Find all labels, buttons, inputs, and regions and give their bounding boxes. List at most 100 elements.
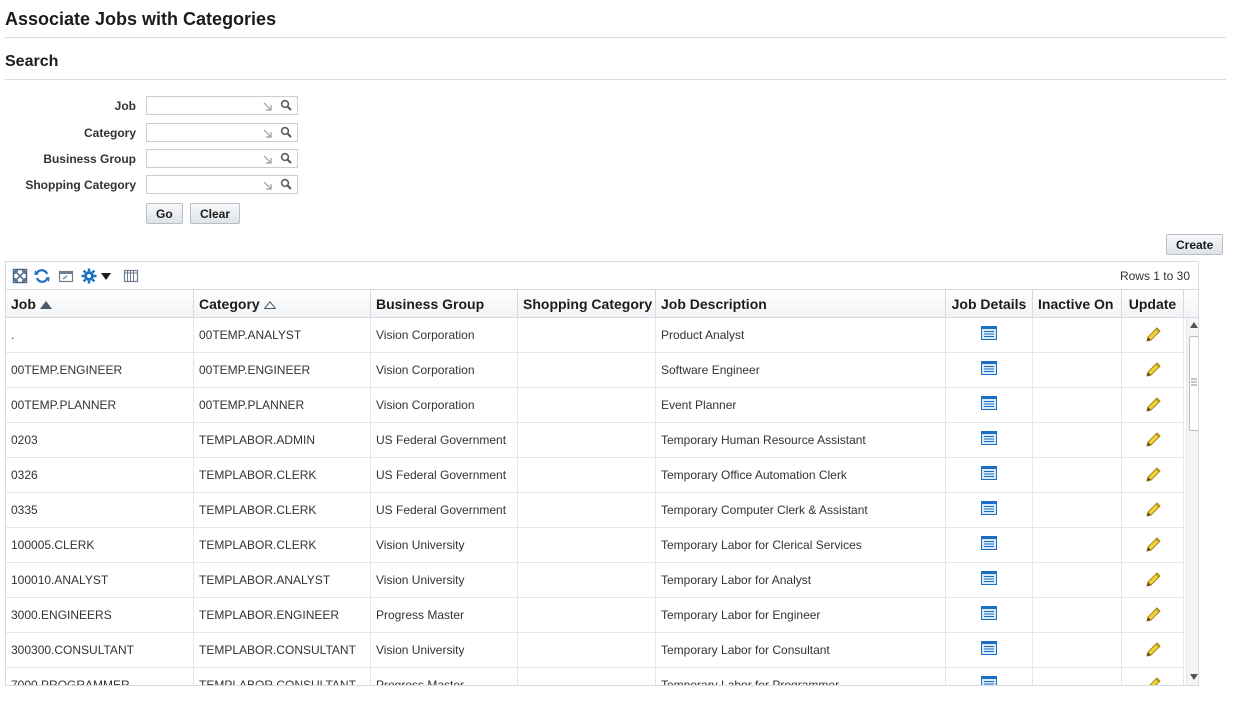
details-icon[interactable]	[981, 431, 997, 445]
pencil-icon[interactable]	[1144, 501, 1162, 519]
vertical-scrollbar[interactable]	[1186, 318, 1198, 685]
clear-button[interactable]: Clear	[190, 203, 241, 224]
details-icon[interactable]	[981, 326, 997, 340]
cell-job: 0203	[6, 423, 194, 458]
pencil-icon[interactable]	[1144, 676, 1162, 686]
cell-job-details	[946, 458, 1033, 493]
pencil-icon[interactable]	[1144, 396, 1162, 414]
column-header-label: Business Group	[376, 296, 485, 312]
gear-icon[interactable]	[81, 268, 97, 284]
pencil-icon[interactable]	[1144, 361, 1162, 379]
column-header-job-details[interactable]: Job Details	[946, 290, 1033, 318]
cell-inactive-on	[1033, 598, 1122, 633]
detach-icon[interactable]	[12, 268, 28, 284]
cell-update	[1122, 528, 1184, 563]
cell-job-description: Temporary Computer Clerk & Assistant	[656, 493, 946, 528]
job-input[interactable]	[146, 96, 298, 115]
cell-update	[1122, 598, 1184, 633]
refresh-icon[interactable]	[34, 268, 50, 284]
search-icon[interactable]	[280, 152, 292, 164]
header-spacer	[1184, 290, 1198, 318]
jobs-table: Job Category Business Group Shopping Catego…	[5, 289, 1199, 686]
cell-job-details	[946, 318, 1033, 353]
details-icon[interactable]	[981, 501, 997, 515]
table-row: 0203 TEMPLABOR.ADMIN US Federal Government…	[6, 423, 1184, 458]
cell-job-description: Product Analyst	[656, 318, 946, 353]
cell-job-details	[946, 668, 1033, 686]
column-header-label: Inactive On	[1038, 296, 1114, 312]
cell-inactive-on	[1033, 353, 1122, 388]
shopping-category-input[interactable]	[146, 175, 298, 194]
column-header-shopping-category[interactable]: Shopping Category	[518, 290, 656, 318]
cell-inactive-on	[1033, 563, 1122, 598]
pencil-icon[interactable]	[1144, 641, 1162, 659]
cell-shopping-category	[518, 528, 656, 563]
column-header-label: Job Details	[951, 296, 1027, 312]
details-icon[interactable]	[981, 361, 997, 375]
pencil-icon[interactable]	[1144, 606, 1162, 624]
pencil-icon[interactable]	[1144, 536, 1162, 554]
scroll-up-icon[interactable]	[1190, 322, 1198, 328]
details-icon[interactable]	[981, 571, 997, 585]
cell-job-details	[946, 423, 1033, 458]
cell-shopping-category	[518, 493, 656, 528]
column-header-category[interactable]: Category	[194, 290, 371, 318]
details-icon[interactable]	[981, 396, 997, 410]
search-field-shopping-category: Shopping Category	[0, 175, 320, 195]
scrollbar-thumb[interactable]	[1189, 336, 1198, 431]
cell-job-description: Temporary Office Automation Clerk	[656, 458, 946, 493]
column-header-label: Update	[1128, 296, 1177, 312]
column-header-inactive-on[interactable]: Inactive On	[1033, 290, 1122, 318]
details-icon[interactable]	[981, 606, 997, 620]
details-icon[interactable]	[981, 536, 997, 550]
cell-business-group: Vision Corporation	[371, 388, 518, 423]
table-row: 300300.CONSULTANT TEMPLABOR.CONSULTANT Vis…	[6, 633, 1184, 668]
details-icon[interactable]	[981, 466, 997, 480]
cell-update	[1122, 458, 1184, 493]
pencil-icon[interactable]	[1144, 571, 1162, 589]
export-icon[interactable]	[58, 268, 74, 284]
lov-arrow-icon	[263, 129, 272, 138]
chevron-down-icon[interactable]	[101, 271, 111, 281]
cell-shopping-category	[518, 563, 656, 598]
go-button[interactable]: Go	[146, 203, 183, 224]
column-header-update[interactable]: Update	[1122, 290, 1184, 318]
shopping-category-label: Shopping Category	[25, 178, 136, 192]
column-header-job[interactable]: Job	[6, 290, 194, 318]
sortable-icon[interactable]	[263, 301, 276, 310]
title-divider	[5, 37, 1226, 38]
table-row: . 00TEMP.ANALYST Vision Corporation Product…	[6, 318, 1184, 353]
search-field-business-group: Business Group	[0, 149, 320, 169]
rows-range-label: Rows 1 to 30	[1119, 269, 1190, 283]
details-icon[interactable]	[981, 641, 997, 655]
cell-job: 3000.ENGINEERS	[6, 598, 194, 633]
cell-category: TEMPLABOR.CLERK	[194, 493, 371, 528]
details-icon[interactable]	[981, 676, 997, 686]
category-input[interactable]	[146, 123, 298, 142]
search-divider	[5, 79, 1226, 80]
pencil-icon[interactable]	[1144, 326, 1162, 344]
column-header-label: Shopping Category	[523, 296, 653, 312]
search-icon[interactable]	[280, 178, 292, 190]
search-icon[interactable]	[280, 99, 292, 111]
cell-business-group: Vision Corporation	[371, 318, 518, 353]
scroll-down-icon[interactable]	[1190, 674, 1198, 680]
table-row: 0326 TEMPLABOR.CLERK US Federal Government…	[6, 458, 1184, 493]
table-toolbar: Rows 1 to 30	[5, 261, 1199, 289]
cell-update	[1122, 353, 1184, 388]
sort-ascending-icon[interactable]	[39, 301, 52, 310]
column-header-business-group[interactable]: Business Group	[371, 290, 518, 318]
cell-job: 100010.ANALYST	[6, 563, 194, 598]
column-header-job-description[interactable]: Job Description	[656, 290, 946, 318]
cell-job-details	[946, 633, 1033, 668]
pencil-icon[interactable]	[1144, 466, 1162, 484]
columns-icon[interactable]	[123, 268, 139, 284]
search-field-category: Category	[0, 123, 320, 143]
business-group-input[interactable]	[146, 149, 298, 168]
search-icon[interactable]	[280, 126, 292, 138]
cell-category: TEMPLABOR.CLERK	[194, 458, 371, 493]
cell-job: 100005.CLERK	[6, 528, 194, 563]
create-button[interactable]: Create	[1166, 234, 1224, 255]
pencil-icon[interactable]	[1144, 431, 1162, 449]
cell-job-details	[946, 528, 1033, 563]
